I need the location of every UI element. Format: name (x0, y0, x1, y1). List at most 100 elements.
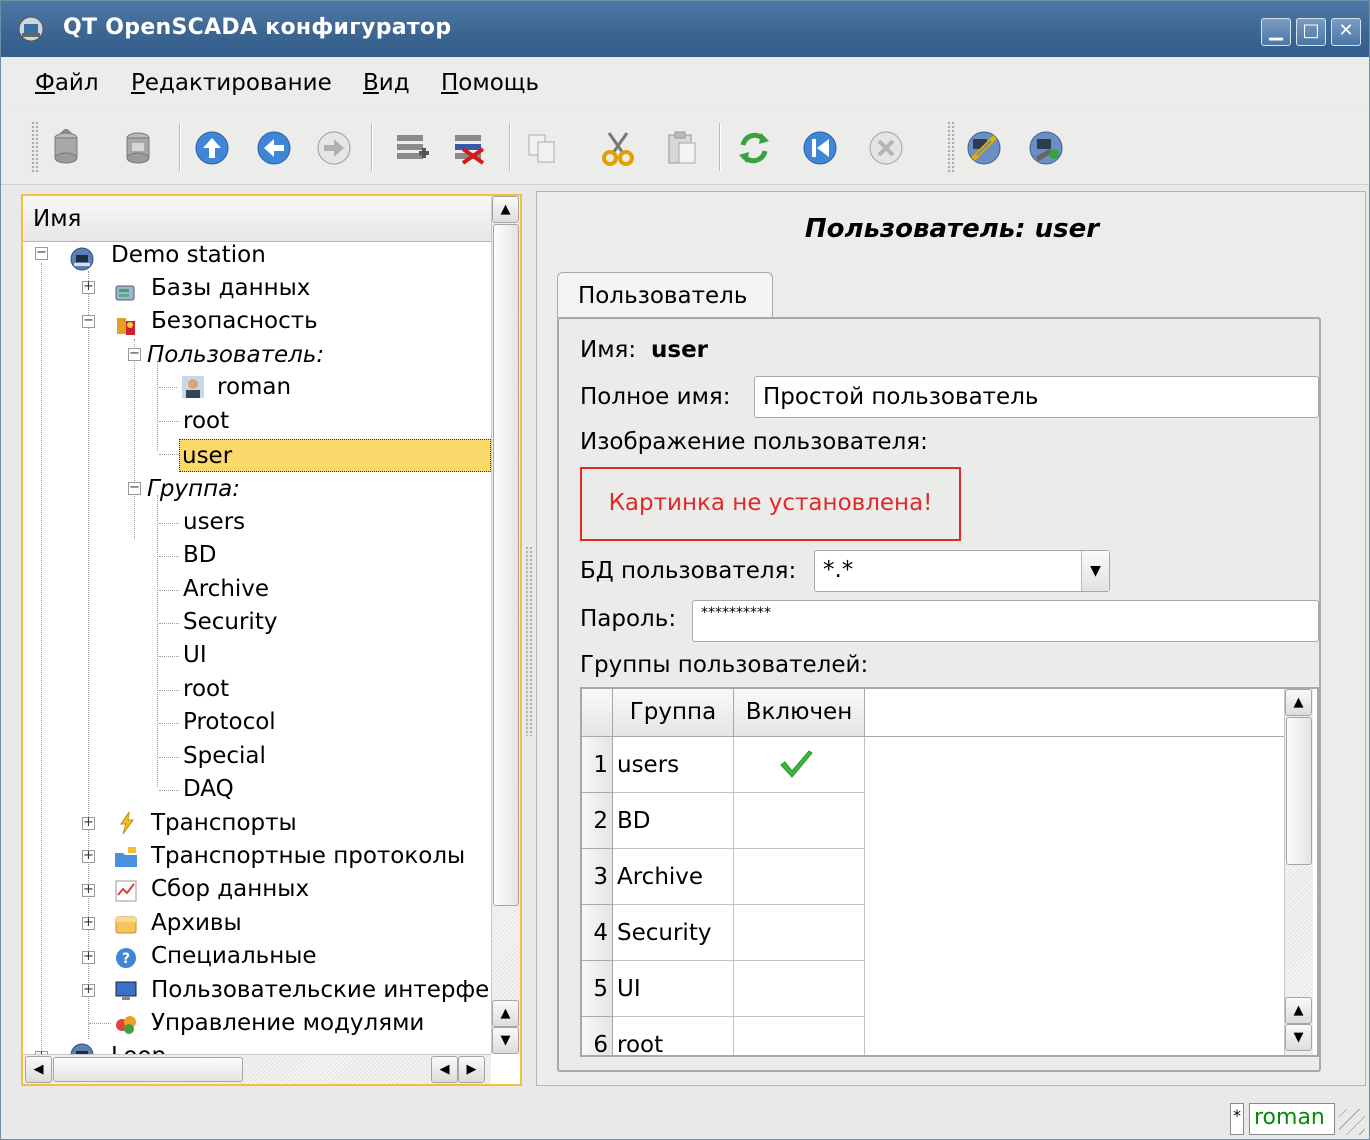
expand-toggle[interactable]: + (82, 280, 95, 294)
tree-item-group[interactable]: Special (183, 740, 266, 773)
tree-item-group[interactable]: BD (183, 539, 217, 572)
toolbar-grip[interactable] (947, 121, 955, 173)
paste-icon[interactable] (663, 129, 701, 167)
scroll-up-button[interactable]: ▲ (492, 1000, 519, 1027)
scroll-up-button[interactable]: ▲ (1285, 997, 1312, 1024)
tree-item-group[interactable]: root (183, 673, 229, 706)
table-cell-enabled[interactable] (734, 961, 865, 1017)
tree-item-security[interactable]: Безопасность (151, 305, 318, 338)
tree-item-loop[interactable]: Loop (111, 1040, 166, 1055)
cut-icon[interactable] (599, 129, 637, 167)
scroll-up-button[interactable]: ▲ (492, 196, 519, 223)
tree-item-group[interactable]: Security (183, 606, 277, 639)
collapse-toggle[interactable]: − (82, 314, 95, 328)
scroll-left-button[interactable]: ◀ (431, 1056, 458, 1083)
add-item-icon[interactable] (393, 129, 431, 167)
tree-item-user-roman[interactable]: roman (217, 371, 291, 404)
scroll-up-button[interactable]: ▲ (1285, 689, 1312, 716)
menu-edit[interactable]: Редактирование (131, 70, 332, 96)
chevron-down-icon[interactable]: ▼ (1081, 551, 1109, 591)
table-cell-group[interactable]: BD (613, 793, 734, 849)
table-cell-enabled[interactable] (734, 737, 865, 793)
tab-user[interactable]: Пользователь (557, 272, 773, 318)
scroll-left-button[interactable]: ◀ (25, 1056, 52, 1083)
back-icon[interactable] (255, 129, 293, 167)
tree-item-user-user[interactable]: user (179, 439, 491, 472)
tree-item-data-acquisition[interactable]: Сбор данных (151, 873, 309, 906)
groups-table[interactable]: Группа Включен 1 users 2 BD 3 Archive 4 … (580, 687, 1319, 1057)
tree-item-group[interactable]: users (183, 506, 245, 539)
db-save-icon[interactable] (119, 129, 157, 167)
tree-item-demo-station[interactable]: Demo station (111, 243, 266, 272)
table-cell-enabled[interactable] (734, 1017, 865, 1055)
scroll-right-button[interactable]: ▶ (458, 1056, 485, 1083)
table-cell-enabled[interactable] (734, 849, 865, 905)
resize-grip[interactable] (1339, 1109, 1365, 1135)
minimize-button[interactable]: ▁ (1261, 18, 1291, 46)
row-number[interactable]: 3 (582, 849, 613, 905)
tree-item-group[interactable]: UI (183, 639, 207, 672)
start-icon[interactable] (801, 129, 839, 167)
scroll-down-button[interactable]: ▼ (1285, 1024, 1312, 1051)
table-cell-group[interactable]: UI (613, 961, 734, 1017)
table-cell-group[interactable]: Archive (613, 849, 734, 905)
tree-item-group[interactable]: Protocol (183, 706, 276, 739)
current-user[interactable]: roman (1249, 1103, 1335, 1135)
expand-toggle[interactable]: + (82, 983, 95, 997)
expand-toggle[interactable]: + (82, 816, 95, 830)
collapse-toggle[interactable]: − (128, 347, 141, 361)
tree-item-user-root[interactable]: root (183, 405, 229, 438)
menu-view[interactable]: Вид (363, 70, 410, 96)
db-load-icon[interactable] (47, 129, 85, 167)
table-scroll-thumb[interactable] (1286, 717, 1312, 865)
row-number[interactable]: 1 (582, 737, 613, 793)
menu-help[interactable]: Помощь (441, 70, 539, 96)
close-button[interactable]: ✕ (1331, 18, 1361, 46)
row-number[interactable]: 5 (582, 961, 613, 1017)
tree-item-group[interactable]: Archive (183, 573, 269, 606)
menu-file[interactable]: Файл (35, 70, 99, 96)
copy-icon[interactable] (523, 129, 561, 167)
db-select[interactable]: *.* ▼ (814, 550, 1110, 592)
toolbar-grip[interactable] (31, 121, 39, 173)
tree-item-archives[interactable]: Архивы (151, 907, 242, 940)
table-cell-group[interactable]: users (613, 737, 734, 793)
maximize-button[interactable]: □ (1296, 18, 1326, 46)
panel-splitter[interactable] (523, 186, 535, 1086)
tree-item-groups-folder[interactable]: Группа: (147, 473, 240, 506)
tree-column-header[interactable]: Имя (23, 196, 491, 242)
collapse-toggle[interactable]: − (35, 246, 48, 260)
table-cell-group[interactable]: root (613, 1017, 734, 1055)
delete-item-icon[interactable] (451, 129, 489, 167)
collapse-toggle[interactable]: − (128, 481, 141, 495)
tree-horizontal-scrollbar[interactable]: ◀ ◀ ▶ (23, 1054, 491, 1084)
row-number[interactable]: 6 (582, 1017, 613, 1055)
up-icon[interactable] (193, 129, 231, 167)
tree-item-databases[interactable]: Базы данных (151, 272, 310, 305)
password-field[interactable]: ********** (692, 600, 1319, 642)
tree-item-special[interactable]: Специальные (151, 940, 317, 973)
row-number[interactable]: 2 (582, 793, 613, 849)
station-config-icon[interactable] (965, 129, 1003, 167)
tree-vertical-scrollbar[interactable]: ▲ ▲ ▼ (491, 196, 520, 1054)
column-header-enabled[interactable]: Включен (734, 689, 865, 737)
user-picture[interactable]: Картинка не установлена! (580, 467, 961, 541)
tree-hscroll-thumb[interactable] (53, 1057, 243, 1082)
scroll-down-button[interactable]: ▼ (492, 1027, 519, 1054)
forward-icon[interactable] (315, 129, 353, 167)
table-corner[interactable] (582, 689, 613, 737)
tree-item-transports[interactable]: Транспорты (151, 807, 297, 840)
refresh-icon[interactable] (735, 129, 773, 167)
table-vertical-scrollbar[interactable]: ▲ ▲ ▼ (1284, 689, 1313, 1055)
stop-icon[interactable] (867, 129, 905, 167)
splitter-grip[interactable] (525, 546, 533, 736)
tree-item-transport-protocols[interactable]: Транспортные протоколы (151, 840, 465, 873)
column-header-group[interactable]: Группа (613, 689, 734, 737)
tree-item-users-folder[interactable]: Пользователь: (147, 339, 324, 372)
expand-toggle[interactable]: + (82, 883, 95, 897)
tree-item-module-management[interactable]: Управление модулями (151, 1007, 424, 1040)
row-number[interactable]: 4 (582, 905, 613, 961)
table-cell-enabled[interactable] (734, 793, 865, 849)
tree-scroll-thumb[interactable] (493, 224, 519, 906)
station-icon[interactable] (1027, 129, 1065, 167)
